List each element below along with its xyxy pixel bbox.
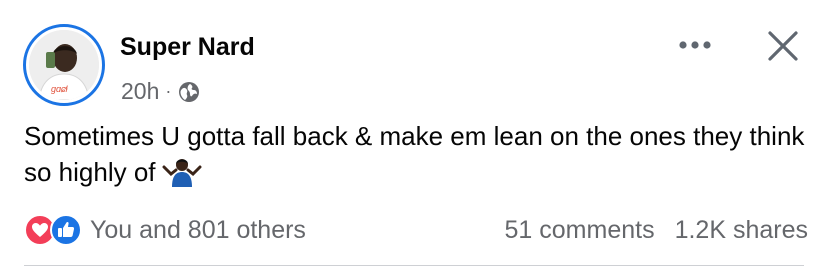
post-meta: 20h · (121, 78, 201, 105)
post-body: Sometimes U gotta fall back & make em le… (24, 118, 814, 190)
shares-count[interactable]: 1.2K shares (675, 216, 808, 245)
reactions-count[interactable]: You and 801 others (90, 216, 306, 245)
close-button[interactable] (760, 26, 806, 66)
author-name[interactable]: Super Nard (120, 33, 255, 62)
avatar[interactable]: ɡɑɕɬ (23, 24, 105, 106)
more-options-button[interactable] (672, 30, 718, 60)
reaction-icons[interactable] (24, 214, 82, 246)
post-text: Sometimes U gotta fall back & make em le… (24, 121, 805, 187)
globe-icon[interactable] (177, 80, 201, 104)
person-shrugging-icon (162, 159, 202, 187)
comments-count[interactable]: 51 comments (505, 216, 655, 245)
engagement-bar: You and 801 others 51 comments 1.2K shar… (24, 212, 808, 248)
avatar-photo: ɡɑɕɬ (29, 30, 99, 100)
like-reaction-icon (50, 214, 82, 246)
divider (24, 265, 804, 266)
post-timestamp[interactable]: 20h (121, 78, 159, 105)
svg-text:ɡɑɕɬ: ɡɑɕɬ (51, 84, 69, 94)
more-options-icon (679, 41, 711, 49)
meta-separator: · (165, 81, 172, 101)
close-icon (768, 31, 798, 61)
